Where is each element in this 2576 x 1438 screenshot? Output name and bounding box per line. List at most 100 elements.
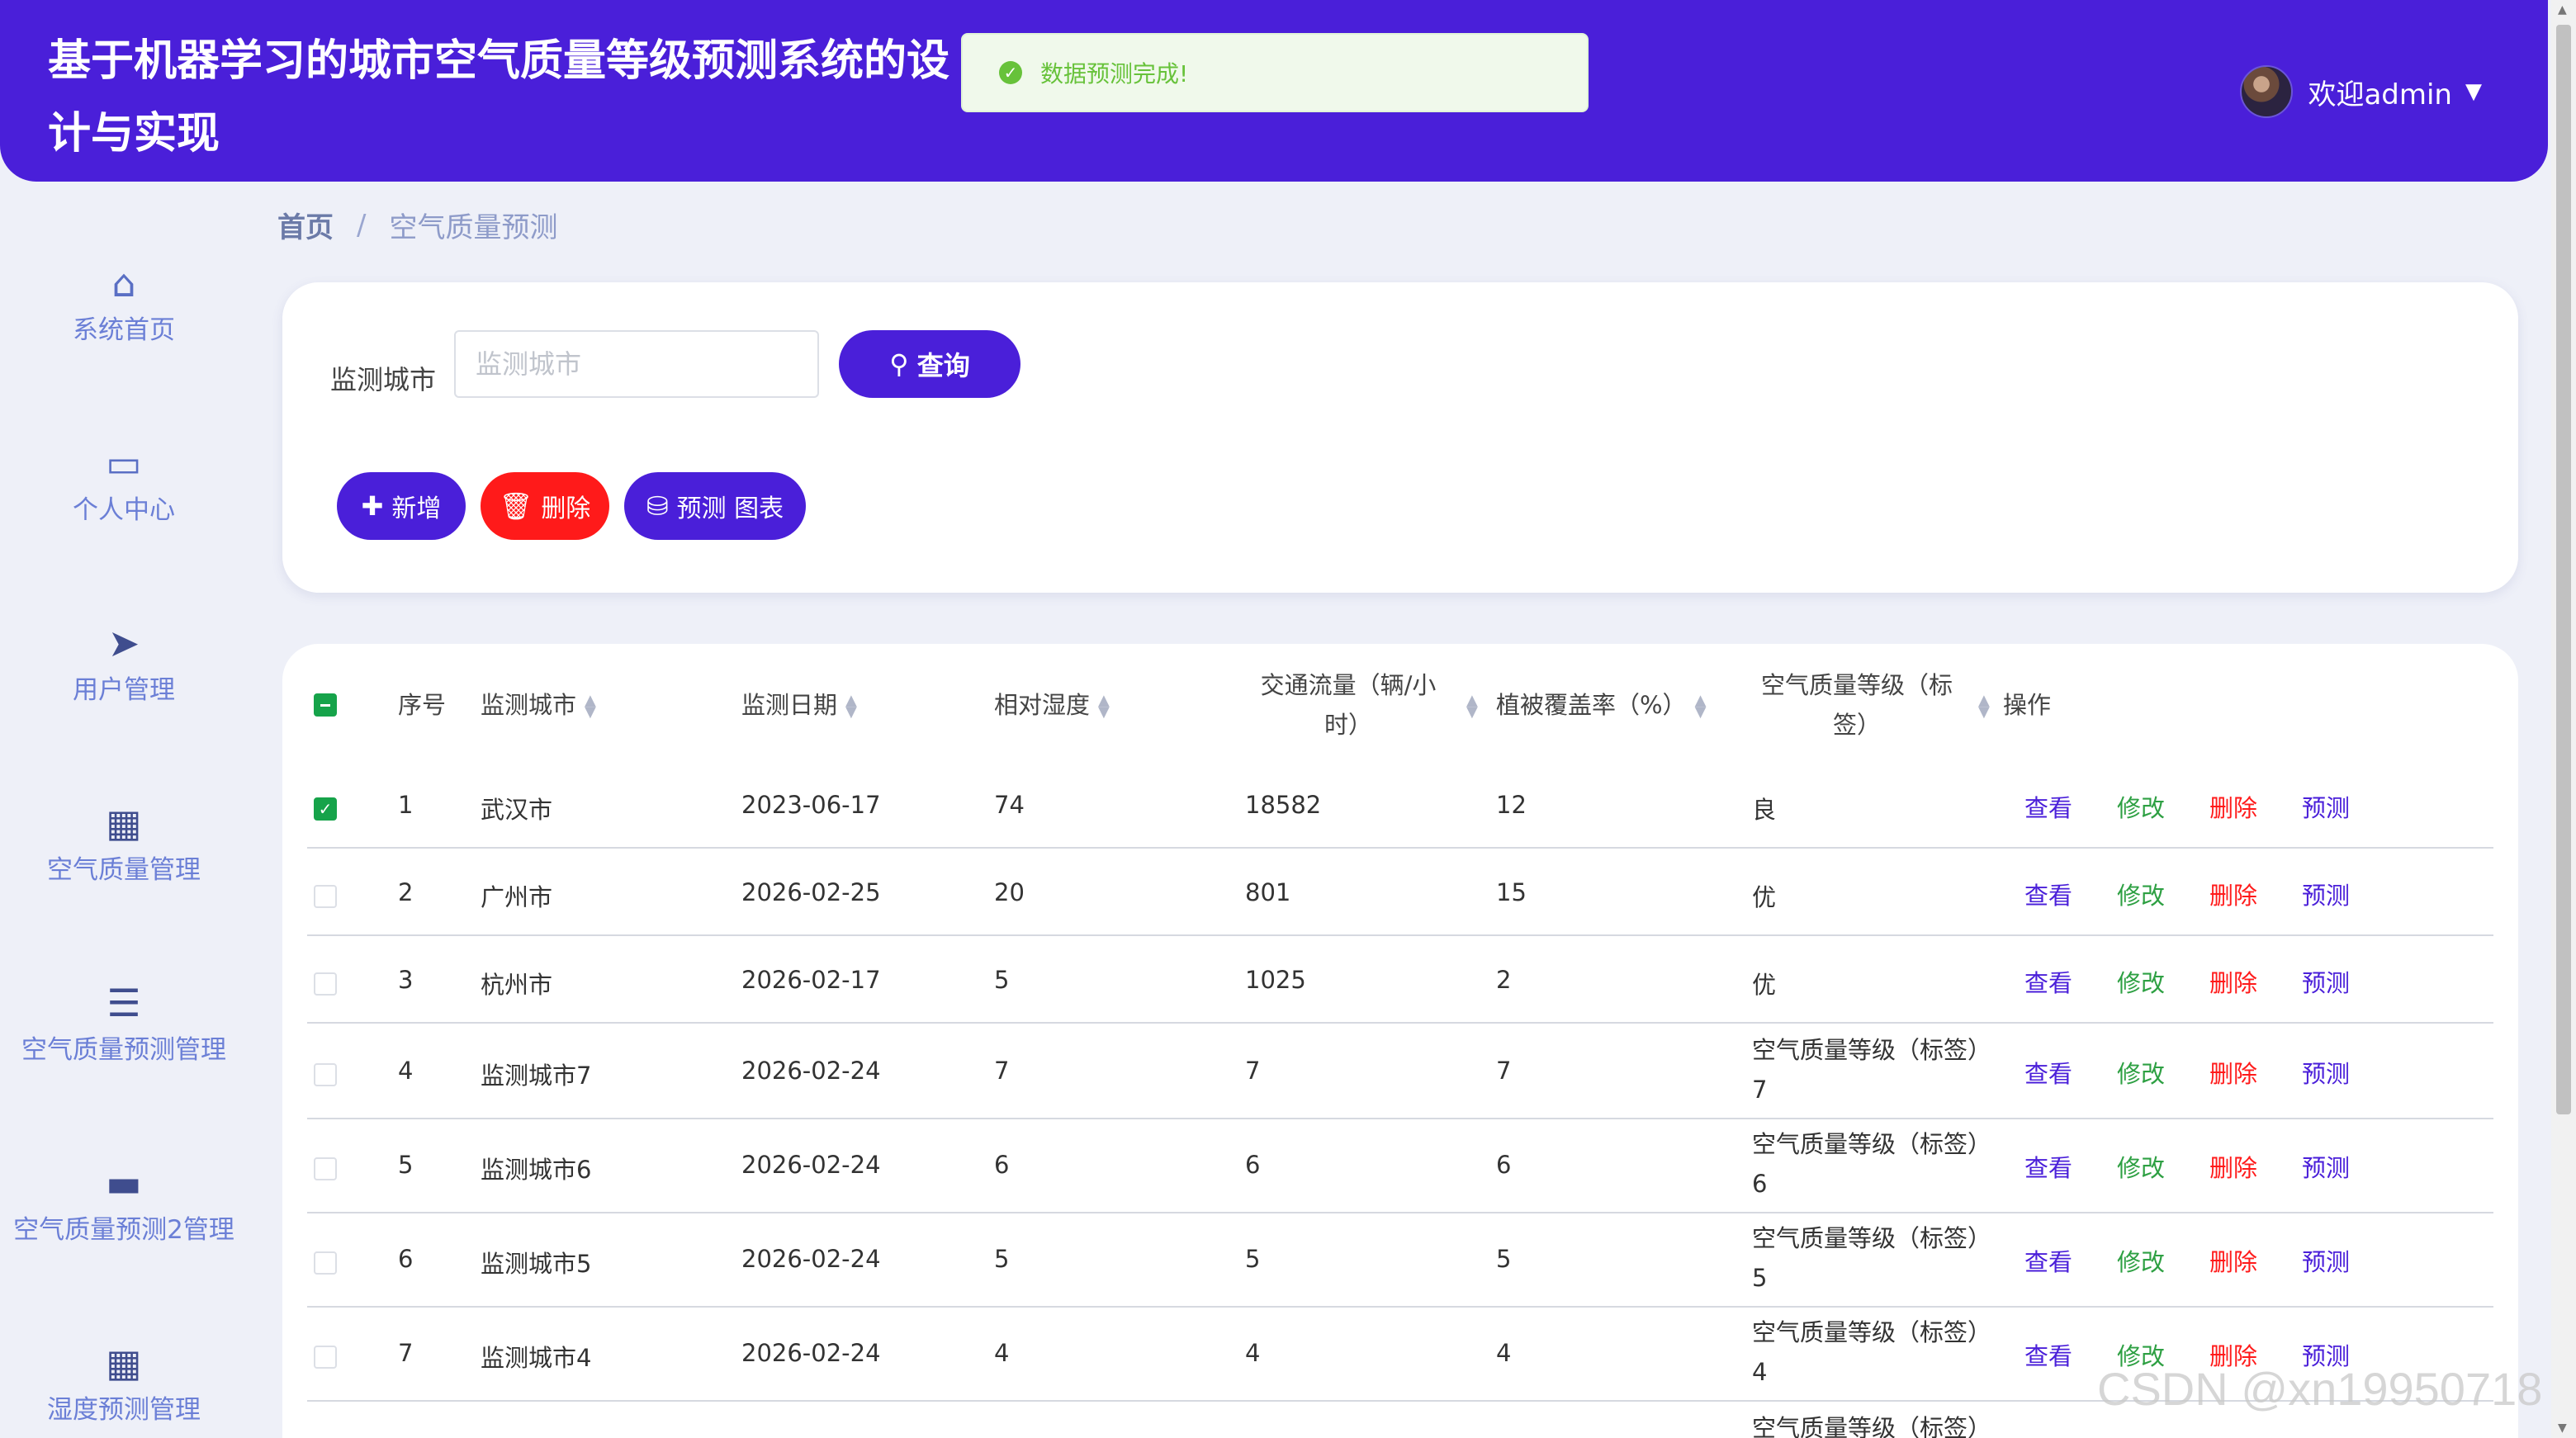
row-checkbox[interactable] [314,885,337,908]
breadcrumb-separator: / [357,208,367,242]
select-all-checkbox[interactable] [314,693,337,717]
cell-city: 监测城市4 [481,1344,592,1372]
row-checkbox[interactable] [314,1063,337,1086]
col-header-city[interactable]: 监测城市 ▲ ▼ [481,685,596,725]
delete-button-label: 删除 [541,494,591,523]
row-checkbox[interactable] [314,1157,337,1180]
cell-index: 6 [398,1245,414,1273]
search-input[interactable] [454,330,819,398]
col-header-label: 监测日期 [741,691,838,719]
cell-aqi-level: 优 [1752,883,1777,911]
view-link[interactable]: 查看 [2024,1149,2072,1184]
sidebar-item-air-prediction2[interactable]: ▬ 空气质量预测2管理 [0,1121,248,1286]
edit-link[interactable]: 修改 [2117,1055,2165,1090]
delete-button[interactable]: 🗑 删除 [481,472,609,540]
predict-link[interactable]: 预测 [2302,877,2350,911]
row-divider [307,934,2493,936]
breadcrumb: 首页 / 空气质量预测 [277,205,557,245]
view-link[interactable]: 查看 [2024,1243,2072,1278]
col-header-traffic: 交通流量（辆/小时） [1260,671,1437,739]
breadcrumb-home[interactable]: 首页 [277,205,334,245]
cell-humidity: 20 [994,878,1025,906]
view-link[interactable]: 查看 [2024,1055,2072,1090]
cell-vegetation: 6 [1496,1151,1512,1179]
cell-traffic: 7 [1245,1057,1261,1085]
edit-link[interactable]: 修改 [2117,789,2165,824]
prediction-chart-button[interactable]: ⛁ 预测 图表 [624,472,806,540]
scroll-up-icon[interactable]: ▲ [2558,3,2567,17]
cell-traffic: 6 [1245,1151,1261,1179]
sidebar-item-humidity[interactable]: ▦ 湿度预测管理 [0,1301,248,1438]
predict-link[interactable]: 预测 [2302,789,2350,824]
row-checkbox[interactable] [314,1251,337,1275]
page-scrollbar[interactable]: ▲ ▼ [2551,0,2576,1438]
cell-city: 广州市 [481,883,553,911]
col-header-vegetation[interactable]: 植被覆盖率（%） ▲ ▼ [1496,685,1706,725]
scroll-down-icon[interactable]: ▼ [2558,1421,2567,1435]
sidebar-item-users[interactable]: ➤ 用户管理 [0,581,248,746]
cell-city: 武汉市 [481,796,553,824]
row-divider [307,1306,2493,1308]
delete-link[interactable]: 删除 [2209,877,2257,911]
edit-link[interactable]: 修改 [2117,964,2165,999]
view-link[interactable]: 查看 [2024,1337,2072,1372]
row-checkbox[interactable] [314,972,337,996]
row-checkbox[interactable]: ✓ [314,797,337,821]
avatar[interactable] [2240,65,2294,118]
row-checkbox[interactable] [314,1346,337,1369]
view-link[interactable]: 查看 [2024,877,2072,911]
cell-date: 2026-02-17 [741,966,881,994]
sidebar-item-label: 用户管理 [73,674,175,705]
cell-aqi-level: 良 [1752,796,1777,824]
ticket-icon: ▬ [106,1160,142,1205]
view-link[interactable]: 查看 [2024,789,2072,824]
predict-link[interactable]: 预测 [2302,964,2350,999]
view-link[interactable]: 查看 [2024,964,2072,999]
row-divider [307,1118,2493,1119]
scroll-thumb[interactable] [2556,25,2571,1114]
user-menu[interactable]: 欢迎admin ▼ [2240,63,2482,121]
sidebar-item-home[interactable]: ⌂ 系统首页 [0,221,248,386]
col-header-date[interactable]: 监测日期 ▲ ▼ [741,685,857,725]
sidebar-item-air-quality[interactable]: ▦ 空气质量管理 [0,761,248,926]
sort-icon[interactable]: ▲ ▼ [1978,693,1990,720]
edit-link[interactable]: 修改 [2117,877,2165,911]
caret-down-icon[interactable]: ▼ [2465,79,2482,104]
sidebar-item-air-prediction[interactable]: ☰ 空气质量预测管理 [0,941,248,1106]
cell-traffic: 1025 [1245,966,1306,994]
sort-icon[interactable]: ▲ ▼ [1098,693,1110,720]
cell-humidity: 6 [994,1151,1010,1179]
cell-date: 2026-02-24 [741,1245,881,1273]
query-button[interactable]: ⚲ 查询 [839,330,1020,398]
search-label: 监测城市 [330,364,437,395]
sidebar: ⌂ 系统首页 ▭ 个人中心 ➤ 用户管理 ▦ 空气质量管理 ☰ 空气质量预测管理… [0,183,248,1438]
delete-link[interactable]: 删除 [2209,1149,2257,1184]
cell-index: 1 [398,791,414,819]
col-header-humidity[interactable]: 相对湿度 ▲ ▼ [994,685,1110,725]
sort-icon[interactable]: ▲ ▼ [585,693,596,720]
edit-link[interactable]: 修改 [2117,1149,2165,1184]
predict-link[interactable]: 预测 [2302,1055,2350,1090]
cell-date: 2023-06-17 [741,791,881,819]
edit-link[interactable]: 修改 [2117,1243,2165,1278]
delete-link[interactable]: 删除 [2209,964,2257,999]
cell-humidity: 4 [994,1339,1010,1367]
sort-icon[interactable]: ▲ ▼ [845,693,857,720]
sidebar-item-profile[interactable]: ▭ 个人中心 [0,401,248,566]
delete-link[interactable]: 删除 [2209,1055,2257,1090]
predict-link[interactable]: 预测 [2302,1243,2350,1278]
welcome-text[interactable]: 欢迎admin [2308,72,2452,112]
delete-link[interactable]: 删除 [2209,789,2257,824]
grid-icon: ▦ [106,1340,142,1385]
search-icon: ⚲ [889,348,909,380]
cell-traffic: 5 [1245,1245,1261,1273]
delete-link[interactable]: 删除 [2209,1243,2257,1278]
sort-icon[interactable]: ▲ ▼ [1466,693,1478,720]
cell-index: 7 [398,1339,414,1367]
col-header-aqi-level: 空气质量等级（标签） [1760,671,1953,739]
sort-icon[interactable]: ▲ ▼ [1695,693,1707,720]
cell-index: 3 [398,966,414,994]
add-button[interactable]: ✚ 新增 [337,472,466,540]
sidebar-item-label: 湿度预测管理 [47,1394,201,1425]
predict-link[interactable]: 预测 [2302,1149,2350,1184]
